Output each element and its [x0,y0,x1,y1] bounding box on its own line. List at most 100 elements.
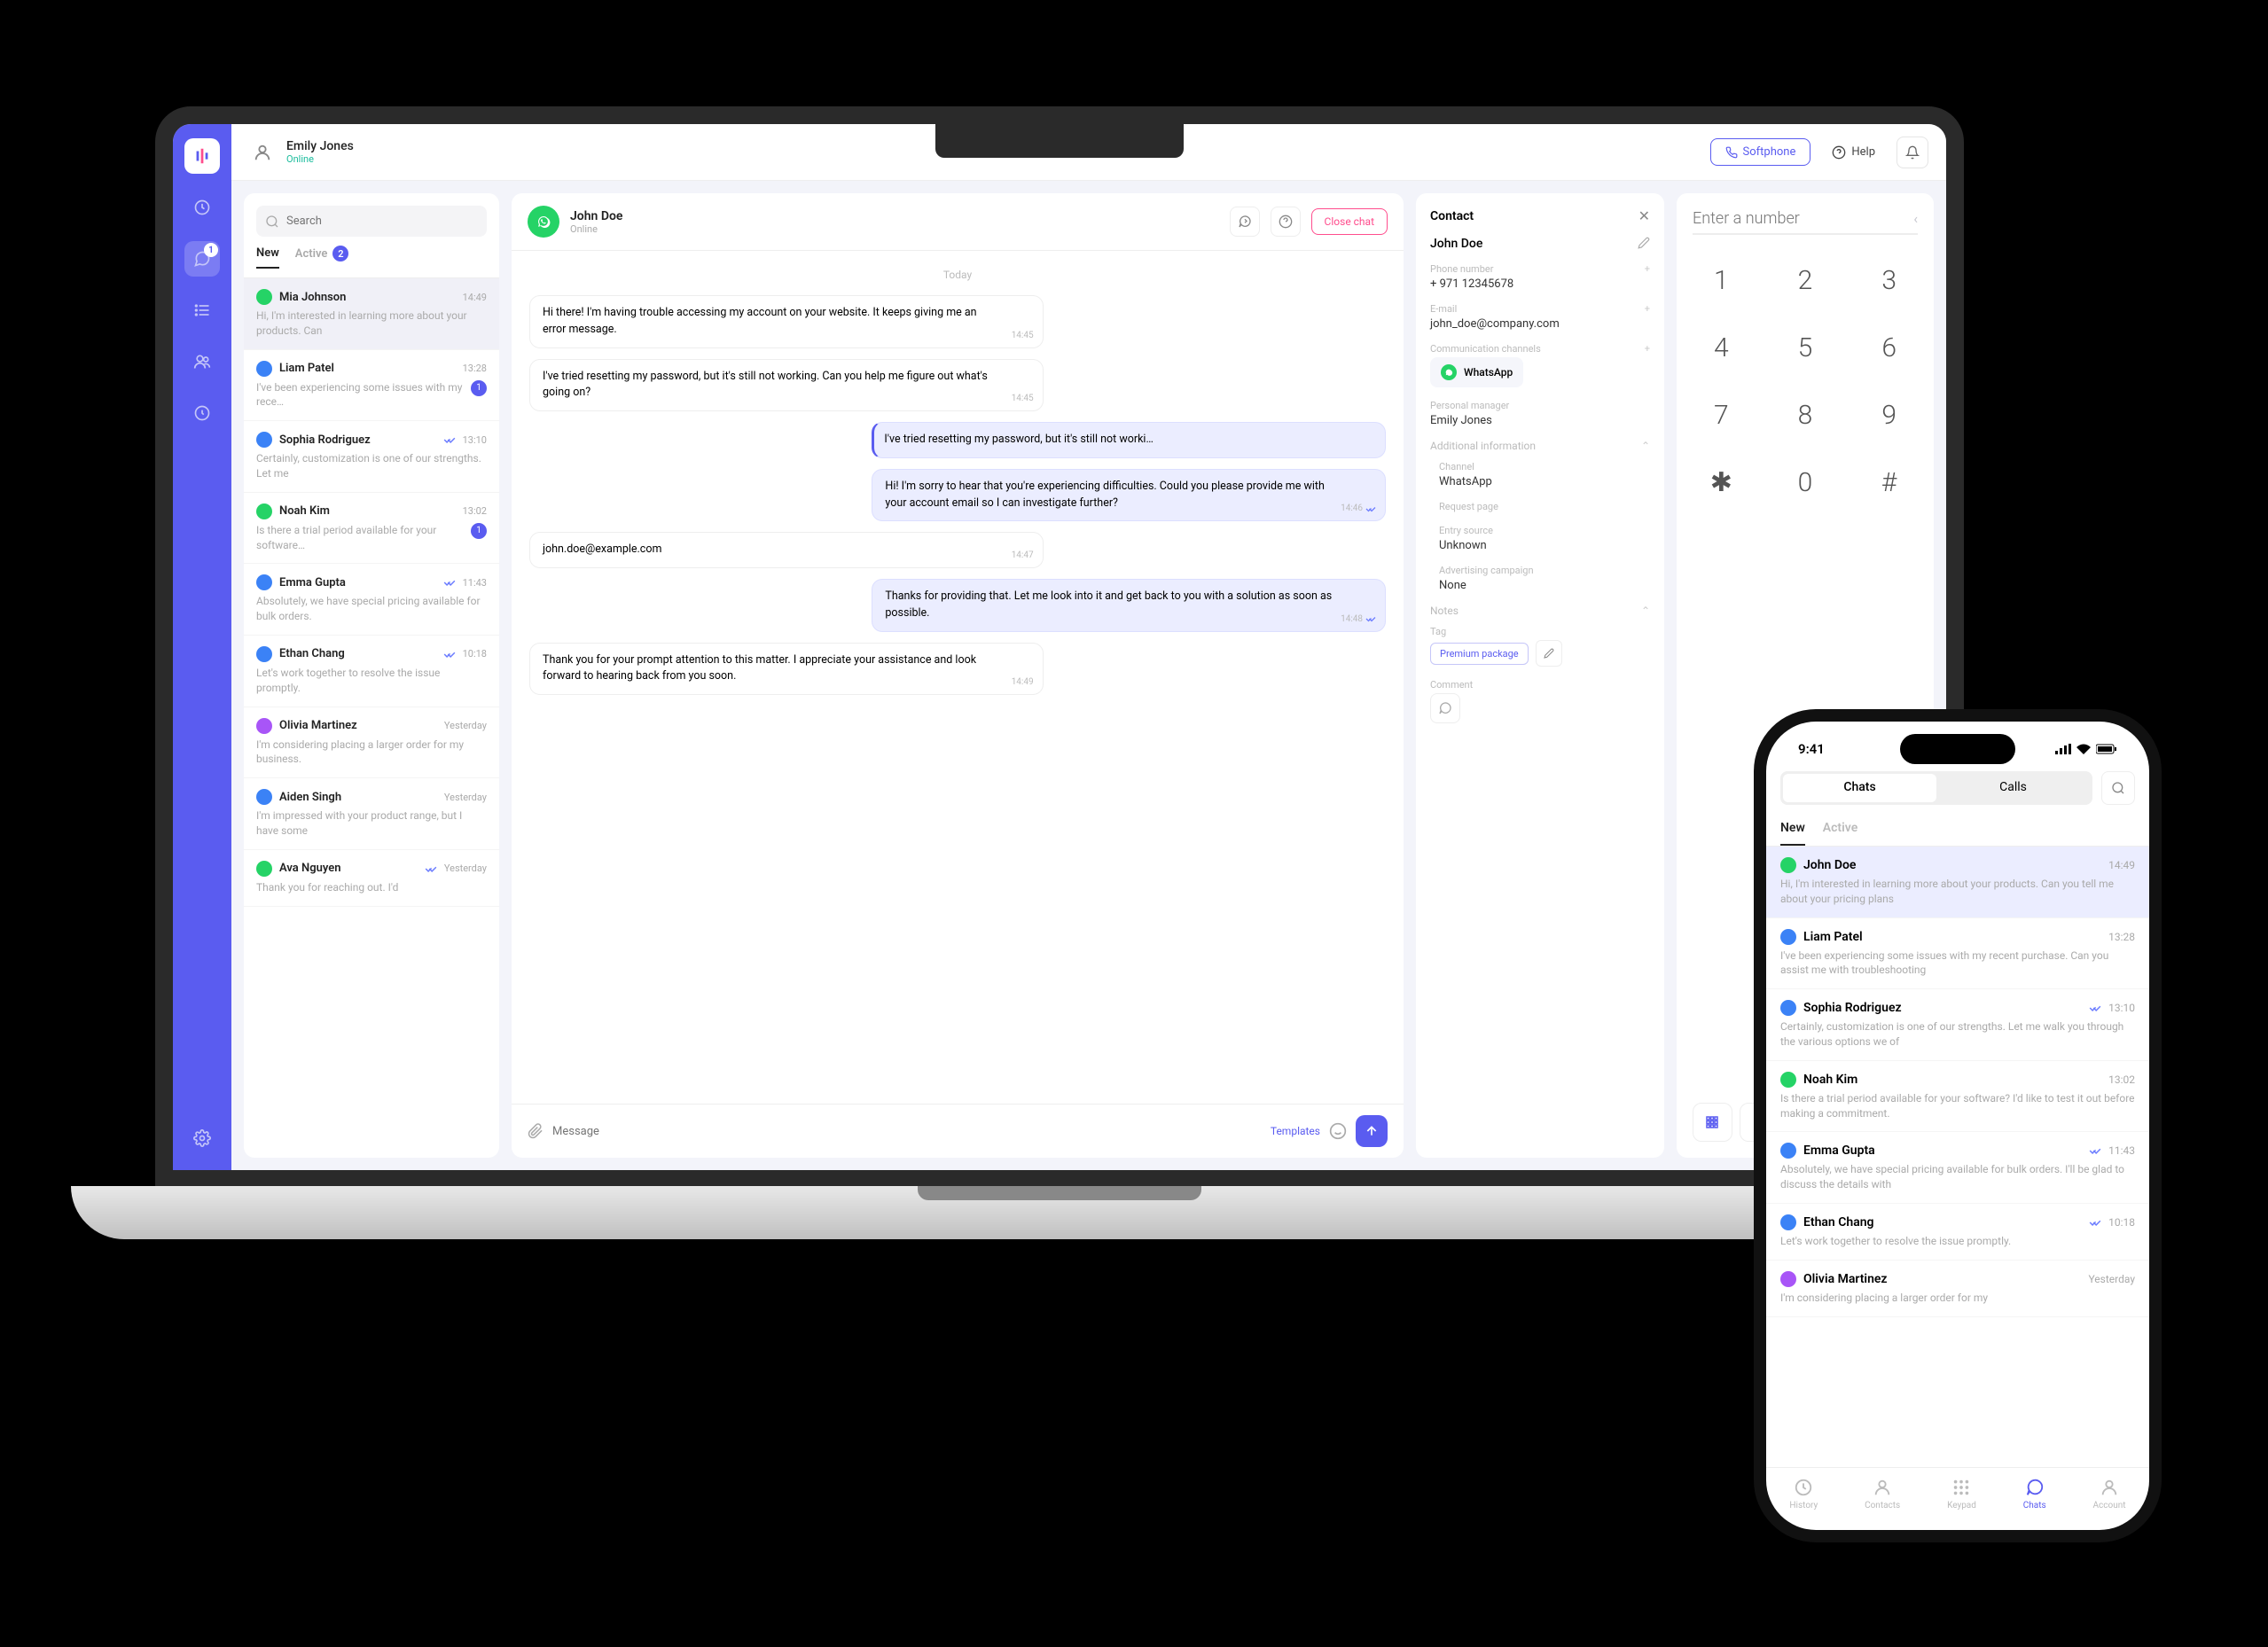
chat-item-snippet: Hi, I'm interested in learning more abou… [256,308,487,339]
help-button[interactable]: Help [1823,139,1884,166]
nav-clock-icon[interactable] [184,190,220,225]
chat-item-time: Yesterday [444,720,487,731]
chat-list-item[interactable]: Ava Nguyen Yesterday Thank you for reach… [244,850,499,907]
app-logo [184,138,220,174]
keypad-key[interactable]: 3 [1860,256,1918,304]
keypad-key[interactable]: 4 [1693,324,1750,371]
dialer-keypad-button[interactable] [1693,1103,1732,1142]
chat-help-button[interactable] [1271,207,1301,237]
edit-tag-button[interactable] [1536,640,1562,667]
add-comment-button[interactable] [1430,693,1460,723]
softphone-button[interactable]: Softphone [1710,138,1811,166]
phone-chat-item[interactable]: Sophia Rodriguez 13:10 Certainly, custom… [1766,989,2149,1061]
phone-search-button[interactable] [2101,771,2135,805]
attachment-icon[interactable] [528,1123,544,1139]
tab-new[interactable]: New [256,246,279,269]
incoming-message: I've tried resetting my password, but it… [529,359,1044,412]
nav-history-icon[interactable] [184,395,220,431]
message-input[interactable] [552,1125,1262,1138]
send-button[interactable] [1356,1115,1388,1147]
phone-chat-item[interactable]: Liam Patel 13:28 I've been experiencing … [1766,918,2149,990]
phone-tab-new[interactable]: New [1780,821,1805,846]
contacts-icon [1872,1477,1893,1498]
chat-item-snippet: Certainly, customization is one of our s… [256,451,487,481]
chat-list-item[interactable]: Ethan Chang 10:18 Let's work together to… [244,636,499,707]
phone-nav-contacts[interactable]: Contacts [1865,1477,1900,1510]
incoming-message: Hi there! I'm having trouble accessing m… [529,295,1044,348]
phone-mockup: 9:41 Chats Calls New Active John Doe [1754,709,2162,1542]
chat-avatar-icon [256,789,272,805]
keypad-key[interactable]: 1 [1693,256,1750,304]
keypad-key[interactable]: 7 [1693,391,1750,439]
keypad-key[interactable]: # [1860,458,1918,506]
phone-chat-item[interactable]: Ethan Chang 10:18 Let's work together to… [1766,1204,2149,1261]
phone-nav-keypad[interactable]: Keypad [1947,1477,1976,1510]
dialer-input[interactable] [1693,209,1906,228]
chat-list-item[interactable]: Noah Kim 13:02 Is there a trial period a… [244,493,499,565]
seg-calls[interactable]: Calls [1936,774,2090,802]
notifications-button[interactable] [1897,137,1928,168]
add-email-icon[interactable]: + [1645,303,1650,315]
add-channel-icon[interactable]: + [1645,343,1650,355]
manager-value: Emily Jones [1430,414,1650,427]
chat-list-item[interactable]: Olivia Martinez Yesterday I'm considerin… [244,707,499,779]
phone-chat-name: Sophia Rodriguez [1803,1001,2082,1015]
phone-chat-item[interactable]: Noah Kim 13:02 Is there a trial period a… [1766,1061,2149,1133]
phone-value: + 971 12345678 [1430,277,1650,291]
add-phone-icon[interactable]: + [1645,263,1650,275]
nav-chats-icon[interactable]: 1 [184,241,220,277]
nav-chats-badge: 1 [204,243,218,257]
phone-nav-account[interactable]: Account [2093,1477,2126,1510]
phone-chat-item[interactable]: Olivia Martinez Yesterday I'm considerin… [1766,1261,2149,1317]
phone-nav-chats[interactable]: Chats [2023,1477,2046,1510]
chat-item-time: 13:28 [463,363,487,374]
edit-icon[interactable] [1638,237,1650,249]
chat-item-name: Liam Patel [279,362,456,375]
chat-avatar-icon [256,432,272,448]
request-page-label: Request page [1439,501,1498,512]
chat-item-time: 14:49 [463,292,487,303]
phone-chat-avatar-icon [1780,1000,1796,1016]
close-chat-button[interactable]: Close chat [1311,208,1388,235]
phone-chat-snippet: Certainly, customization is one of our s… [1780,1019,2135,1050]
chat-list-item[interactable]: Sophia Rodriguez 13:10 Certainly, custom… [244,421,499,493]
keypad-key[interactable]: 8 [1777,391,1834,439]
phone-chat-item[interactable]: Emma Gupta 11:43 Absolutely, we have spe… [1766,1132,2149,1204]
keypad-key[interactable]: 9 [1860,391,1918,439]
phone-chat-name: Ethan Chang [1803,1215,2082,1229]
keypad-key[interactable]: 5 [1777,324,1834,371]
date-divider: Today [529,269,1386,281]
chat-list-item[interactable]: Liam Patel 13:28 I've been experiencing … [244,350,499,422]
phone-chat-name: Noah Kim [1803,1073,2101,1087]
entry-source-label: Entry source [1439,525,1493,536]
tab-active[interactable]: Active 2 [295,246,349,269]
chat-list-item[interactable]: Emma Gupta 11:43 Absolutely, we have spe… [244,564,499,636]
phone-nav-history[interactable]: History [1789,1477,1818,1510]
chat-list-item[interactable]: Mia Johnson 14:49 Hi, I'm interested in … [244,278,499,350]
emoji-icon[interactable] [1329,1122,1347,1140]
templates-link[interactable]: Templates [1271,1125,1320,1137]
nav-settings-icon[interactable] [184,1120,220,1156]
nav-contacts-icon[interactable] [184,344,220,379]
phone-tab-active[interactable]: Active [1823,821,1857,846]
dialer-backspace-icon[interactable]: ‹ [1913,210,1918,227]
keypad-key[interactable]: 2 [1777,256,1834,304]
keypad-key[interactable]: ✱ [1693,458,1750,506]
seg-chats[interactable]: Chats [1783,774,1936,802]
phone-chat-item[interactable]: John Doe 14:49 Hi, I'm interested in lea… [1766,847,2149,918]
phone-chat-name: John Doe [1803,858,2101,872]
search-input[interactable] [256,206,487,237]
chat-transfer-button[interactable] [1230,207,1260,237]
chat-item-name: Mia Johnson [279,291,456,304]
whatsapp-icon [1441,364,1457,380]
outgoing-message: Hi! I'm sorry to hear that you're experi… [872,469,1386,522]
close-icon[interactable]: ✕ [1638,207,1650,224]
keypad-key[interactable]: 0 [1777,458,1834,506]
phone-chat-name: Olivia Martinez [1803,1272,2081,1286]
notes-collapse-icon[interactable]: ⌃ [1641,605,1650,617]
keypad-key[interactable]: 6 [1860,324,1918,371]
collapse-icon[interactable]: ⌃ [1641,440,1650,452]
chat-list-item[interactable]: Aiden Singh Yesterday I'm impressed with… [244,778,499,850]
nav-list-icon[interactable] [184,293,220,328]
phone-chat-snippet: Let's work together to resolve the issue… [1780,1234,2135,1249]
